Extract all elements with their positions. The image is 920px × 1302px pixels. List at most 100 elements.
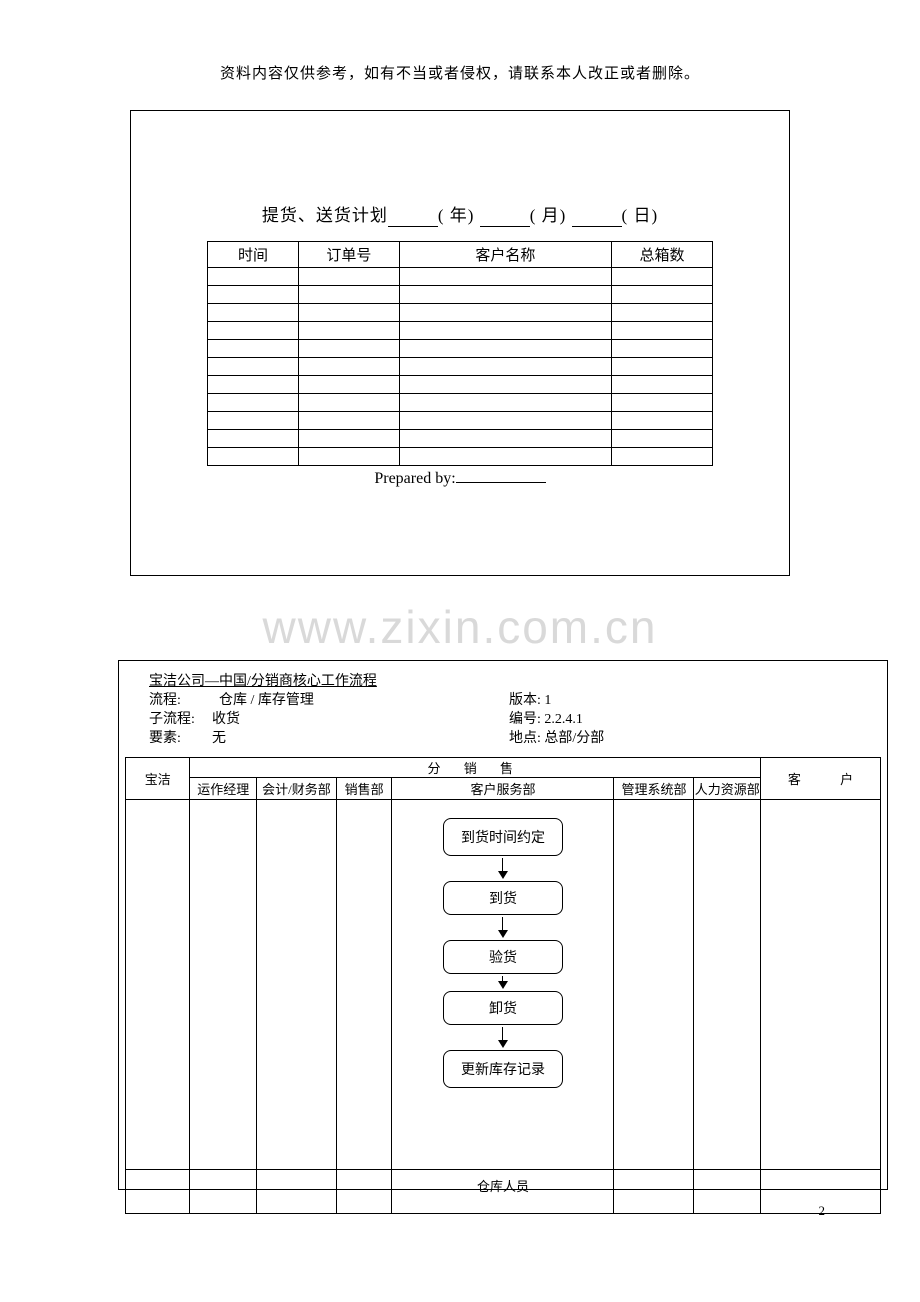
table-cell[interactable] <box>611 376 712 394</box>
col-header-time: 时间 <box>208 242 299 268</box>
table-cell[interactable] <box>611 358 712 376</box>
hdr-csd: 客户服务部 <box>392 777 614 799</box>
table-cell[interactable] <box>611 448 712 466</box>
table-cell[interactable] <box>208 268 299 286</box>
foot-sales <box>336 1169 392 1213</box>
table-cell[interactable] <box>208 412 299 430</box>
table-row <box>208 286 713 304</box>
table-cell[interactable] <box>399 268 611 286</box>
delivery-plan-panel: 提货、送货计划 ( 年) ( 月) ( 日) 时间 订单号 客户名称 总箱数 P… <box>130 110 790 576</box>
month-field[interactable] <box>480 206 530 227</box>
table-cell[interactable] <box>611 340 712 358</box>
meta-code-label: 编号: <box>509 712 541 727</box>
flow-step: 到货时间约定 <box>443 818 563 856</box>
arrow-down-icon <box>498 976 508 989</box>
year-label: ( 年) <box>438 206 475 225</box>
hdr-baojie: 宝洁 <box>126 757 190 799</box>
table-cell[interactable] <box>611 268 712 286</box>
year-field[interactable] <box>388 206 438 227</box>
day-label: ( 日) <box>622 206 659 225</box>
table-cell[interactable] <box>208 358 299 376</box>
table-cell[interactable] <box>399 340 611 358</box>
flow-step: 到货 <box>443 881 563 915</box>
table-cell[interactable] <box>208 286 299 304</box>
cell-baojie <box>126 799 190 1169</box>
table-row <box>208 358 713 376</box>
prepared-by-label: Prepared by: <box>374 470 455 487</box>
table-cell[interactable] <box>399 358 611 376</box>
table-cell[interactable] <box>399 304 611 322</box>
table-cell[interactable] <box>611 412 712 430</box>
prepared-by-field[interactable] <box>456 482 546 483</box>
workflow-panel: 宝洁公司—中国/分销商核心工作流程 流程: 仓库 / 库存管理 版本: 1 子流… <box>118 660 888 1190</box>
foot-mis <box>614 1169 694 1213</box>
disclaimer-text: 资料内容仅供参考，如有不当或者侵权，请联系本人改正或者删除。 <box>0 0 920 83</box>
table-cell[interactable] <box>298 268 399 286</box>
arrow-down-icon <box>498 917 508 938</box>
table-row <box>208 448 713 466</box>
meta-location-value: 总部/分部 <box>544 731 604 746</box>
table-cell[interactable] <box>208 376 299 394</box>
foot-csd: 仓库人员 <box>392 1169 614 1213</box>
hdr-acct: 会计/财务部 <box>257 777 337 799</box>
meta-code-value: 2.2.4.1 <box>544 712 583 727</box>
table-cell[interactable] <box>399 322 611 340</box>
table-row <box>208 268 713 286</box>
table-cell[interactable] <box>298 430 399 448</box>
plan-title-prefix: 提货、送货计划 <box>262 206 388 225</box>
table-cell[interactable] <box>399 286 611 304</box>
hdr-customer: 客 户 <box>761 757 881 799</box>
table-cell[interactable] <box>399 394 611 412</box>
table-cell[interactable] <box>611 394 712 412</box>
cell-sales <box>336 799 392 1169</box>
table-row <box>208 304 713 322</box>
meta-subflow-value: 收货 <box>212 712 240 727</box>
table-row <box>208 430 713 448</box>
table-cell[interactable] <box>208 394 299 412</box>
table-row <box>208 376 713 394</box>
foot-hr <box>694 1169 761 1213</box>
table-cell[interactable] <box>399 448 611 466</box>
month-label: ( 月) <box>530 206 567 225</box>
hdr-mis: 管理系统部 <box>614 777 694 799</box>
table-cell[interactable] <box>298 358 399 376</box>
meta-flow-value: 仓库 / 库存管理 <box>219 693 314 708</box>
table-cell[interactable] <box>298 304 399 322</box>
cell-hr <box>694 799 761 1169</box>
flow-table: 宝洁 分 销 售 客 户 运作经理 会计/财务部 销售部 客户服务部 管理系统部… <box>125 757 881 1214</box>
day-field[interactable] <box>572 206 622 227</box>
col-header-total: 总箱数 <box>611 242 712 268</box>
table-cell[interactable] <box>208 430 299 448</box>
arrow-down-icon <box>498 858 508 879</box>
table-cell[interactable] <box>611 322 712 340</box>
table-cell[interactable] <box>611 430 712 448</box>
col-header-customer: 客户名称 <box>399 242 611 268</box>
table-cell[interactable] <box>208 322 299 340</box>
foot-customer <box>761 1169 881 1213</box>
hdr-hr: 人力资源部 <box>694 777 761 799</box>
cell-acct <box>257 799 337 1169</box>
watermark-text: www.zixin.com.cn <box>0 600 920 654</box>
table-row <box>208 340 713 358</box>
cell-ops <box>190 799 257 1169</box>
table-cell[interactable] <box>399 430 611 448</box>
table-cell[interactable] <box>298 286 399 304</box>
meta-flow-label: 流程: <box>149 692 205 711</box>
table-cell[interactable] <box>208 448 299 466</box>
table-cell[interactable] <box>298 394 399 412</box>
table-cell[interactable] <box>298 448 399 466</box>
table-cell[interactable] <box>298 322 399 340</box>
table-cell[interactable] <box>208 340 299 358</box>
table-cell[interactable] <box>298 340 399 358</box>
table-cell[interactable] <box>298 412 399 430</box>
table-cell[interactable] <box>399 412 611 430</box>
col-header-order: 订单号 <box>298 242 399 268</box>
table-cell[interactable] <box>399 376 611 394</box>
table-cell[interactable] <box>611 304 712 322</box>
meta-version-value: 1 <box>544 693 551 708</box>
table-cell[interactable] <box>298 376 399 394</box>
table-cell[interactable] <box>208 304 299 322</box>
arrow-down-icon <box>498 1027 508 1048</box>
meta-block: 宝洁公司—中国/分销商核心工作流程 流程: 仓库 / 库存管理 版本: 1 子流… <box>119 661 887 757</box>
table-cell[interactable] <box>611 286 712 304</box>
